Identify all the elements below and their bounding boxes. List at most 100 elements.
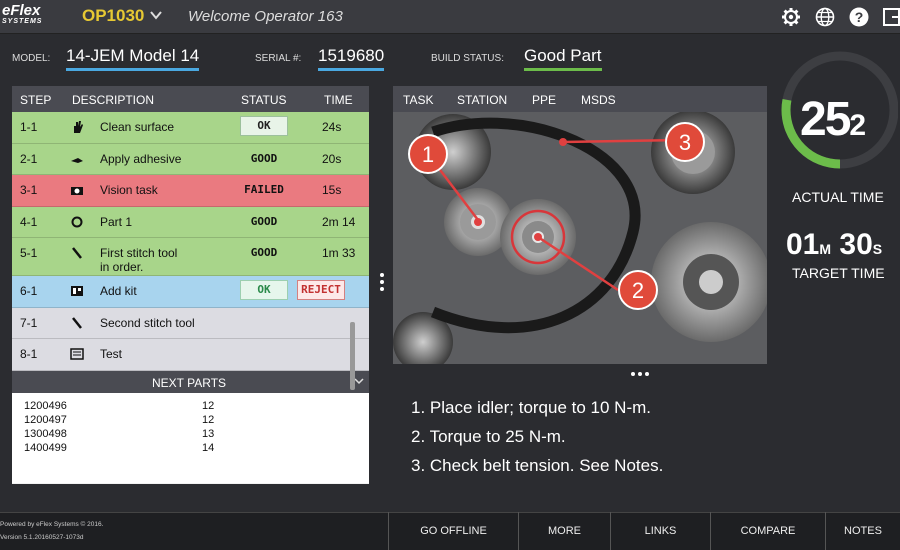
step-time: 20s — [322, 151, 342, 166]
test-icon — [70, 347, 84, 361]
step-status: OK — [240, 116, 288, 136]
col-time: TIME — [324, 93, 353, 107]
engine-image: 1 2 3 — [393, 112, 767, 364]
next-parts-list: 1200496 12 1200497 12 1300498 13 1400499 14 — [12, 392, 369, 483]
steps-list: 1-1 Clean surface OK 24s 2-1 Apply adhesive GO… — [12, 112, 369, 371]
step-description: Clean surface — [100, 120, 175, 134]
step-row[interactable]: 1-1 Clean surface OK 24s — [12, 112, 369, 144]
step-description: First stitch tool in order. — [100, 246, 178, 274]
tab-task[interactable]: TASK — [403, 93, 433, 107]
step-row[interactable]: 6-1 Add kit OK REJECT — [12, 276, 369, 308]
part-number: 1200497 — [24, 413, 67, 426]
tab-msds[interactable]: MSDS — [581, 93, 616, 107]
svg-text:2: 2 — [632, 278, 644, 303]
step-number: 6-1 — [20, 284, 38, 298]
actual-time-label: ACTUAL TIME — [792, 189, 884, 205]
col-description: DESCRIPTION — [72, 93, 155, 107]
step-row[interactable]: 5-1 First stitch tool in order. GOOD 1m 33 — [12, 238, 369, 276]
next-part-row: 1200496 12 — [12, 399, 369, 413]
reject-button[interactable]: REJECT — [297, 280, 345, 300]
step-row[interactable]: 2-1 Apply adhesive GOOD 20s — [12, 143, 369, 175]
chevron-down-icon[interactable] — [354, 377, 364, 385]
step-number: 1-1 — [20, 120, 38, 134]
step-time: 15s — [322, 183, 342, 197]
instruction-3: 3. Check belt tension. See Notes. — [411, 456, 664, 475]
part-number: 1300498 — [24, 427, 67, 440]
links-button[interactable]: LINKS — [610, 512, 710, 550]
step-row[interactable]: 7-1 Second stitch tool — [12, 307, 369, 339]
target-time-label: TARGET TIME — [792, 265, 885, 281]
tab-station[interactable]: STATION — [457, 93, 507, 107]
more-dots-icon[interactable] — [630, 371, 650, 377]
target-seconds-unit: S — [872, 241, 883, 257]
step-description: Apply adhesive — [100, 151, 182, 166]
gear-icon[interactable] — [780, 6, 802, 28]
step-description: Add kit — [100, 284, 137, 298]
build-status-value: Good Part — [524, 46, 602, 71]
serial-value: 1519680 — [318, 46, 385, 71]
next-part-row: 1300498 13 — [12, 427, 369, 441]
welcome-text: Welcome Operator 163 — [188, 8, 343, 25]
build-status-label: BUILD STATUS: — [431, 53, 504, 64]
target-minutes-unit: M — [819, 241, 832, 257]
step-description: Test — [100, 347, 123, 361]
callout-1: 1 — [408, 134, 448, 174]
next-part-row: 1400499 14 — [12, 441, 369, 455]
step-row[interactable]: 3-1 Vision task FAILED 15s — [12, 175, 369, 207]
step-time: 2m 14 — [322, 214, 356, 229]
actual-time-main: 25 — [800, 93, 851, 146]
part-quantity: 13 — [202, 427, 215, 440]
actual-time-sub: 2 — [849, 109, 866, 142]
tab-ppe[interactable]: PPE — [532, 93, 556, 107]
instruction-2: 2. Torque to 25 N-m. — [411, 427, 566, 446]
step-number: 8-1 — [20, 347, 38, 361]
svg-text:?: ? — [855, 9, 864, 25]
globe-icon[interactable] — [814, 6, 836, 28]
next-parts-scrollbar[interactable] — [350, 322, 355, 390]
chevron-down-icon[interactable] — [150, 10, 162, 20]
step-status: GOOD — [250, 214, 278, 228]
step-time: 1m 33 — [322, 246, 356, 260]
steps-panel: STEP DESCRIPTION STATUS TIME 1-1 Clean su… — [12, 86, 369, 484]
kit-icon — [70, 284, 84, 298]
stitch-tool-icon — [70, 316, 84, 330]
step-time: 24s — [322, 120, 342, 134]
go-offline-button[interactable]: GO OFFLINE — [388, 512, 518, 550]
step-number: 5-1 — [20, 246, 38, 260]
next-parts-header[interactable]: NEXT PARTS — [12, 370, 369, 393]
compare-button[interactable]: COMPARE — [710, 512, 825, 550]
instruction-1: 1. Place idler; torque to 10 N-m. — [411, 398, 652, 417]
ok-button[interactable]: OK — [240, 280, 288, 300]
logout-icon[interactable] — [882, 6, 900, 28]
help-icon[interactable]: ? — [848, 6, 870, 28]
col-status: STATUS — [241, 93, 287, 107]
part-number: 1400499 — [24, 441, 67, 454]
step-row[interactable]: 8-1 Test — [12, 339, 369, 371]
model-value: 14-JEM Model 14 — [66, 46, 200, 71]
callout-2: 2 — [618, 270, 658, 310]
actual-time-value: 252 — [800, 92, 866, 147]
steps-table-header: STEP DESCRIPTION STATUS TIME — [12, 86, 369, 112]
part-quantity: 12 — [202, 413, 215, 426]
step-row[interactable]: 4-1 Part 1 GOOD 2m 14 — [12, 206, 369, 238]
hand-icon — [70, 120, 84, 134]
powered-by-text: Powered by eFlex Systems © 2016. — [0, 521, 104, 528]
next-parts-title: NEXT PARTS — [152, 375, 227, 390]
notes-button[interactable]: NOTES — [825, 512, 900, 550]
more-button[interactable]: MORE — [518, 512, 610, 550]
next-part-row: 1200497 12 — [12, 413, 369, 427]
task-panel: TASK STATION PPE MSDS 1 2 3 — [393, 86, 767, 364]
part-quantity: 12 — [202, 399, 215, 412]
step-number: 3-1 — [20, 183, 38, 197]
eflex-logo: eFlex SYSTEMS — [2, 2, 43, 25]
target-seconds: 30 — [839, 228, 873, 261]
glue-icon — [70, 152, 84, 166]
step-description: Second stitch tool — [100, 315, 195, 330]
svg-text:1: 1 — [422, 142, 434, 167]
stitch-tool-icon — [70, 246, 84, 260]
station-selector[interactable]: OP1030 — [82, 6, 144, 26]
serial-label: SERIAL #: — [255, 53, 302, 64]
step-status: GOOD — [250, 246, 278, 259]
drag-handle-icon[interactable] — [379, 272, 385, 292]
step-status: FAILED — [244, 183, 284, 196]
